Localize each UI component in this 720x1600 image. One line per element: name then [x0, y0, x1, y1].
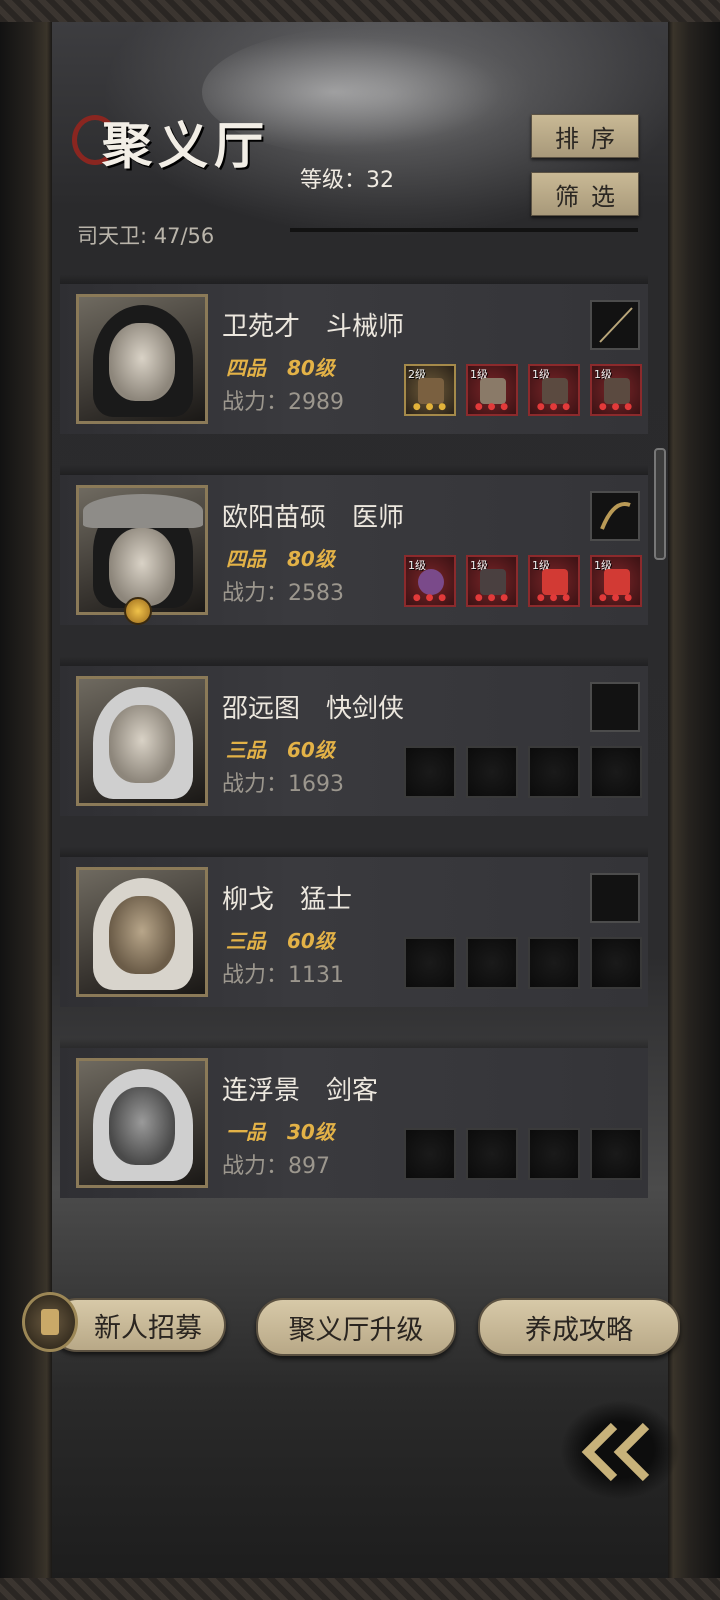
empty-equipment-slot[interactable]: [528, 1128, 580, 1180]
equipment-slot[interactable]: 1级 ● ● ●: [404, 555, 456, 607]
whip-icon: [600, 502, 631, 530]
hero-name-class: 连浮景 剑客: [222, 1076, 379, 1106]
back-button[interactable]: [560, 1400, 680, 1500]
equipment-slot[interactable]: 1级 ● ● ●: [590, 364, 642, 416]
empty-equipment-slot[interactable]: [590, 1128, 642, 1180]
hero-grade: 三品: [226, 929, 266, 953]
bottom-frame: [0, 1578, 720, 1600]
empty-equipment-slot[interactable]: [404, 746, 456, 798]
equipment-slot[interactable]: 2级 ● ● ●: [404, 364, 456, 416]
hero-portrait: [76, 676, 208, 806]
hero-level: 80级: [286, 356, 335, 380]
guide-button[interactable]: 养成攻略: [478, 1298, 680, 1356]
list-scrollbar[interactable]: [654, 448, 666, 560]
equipment-row: 1级 ● ● ● 1级 ● ● ● 1级 ● ● ● 1级 ● ● ●: [404, 555, 644, 609]
hero-level: 80级: [286, 547, 335, 571]
staff-icon: [599, 307, 633, 343]
armor-icon: [480, 569, 506, 595]
double-chevron-left-icon: [581, 1422, 650, 1482]
hero-name-class: 欧阳苗硕 医师: [222, 503, 405, 533]
guard-count: 司天卫: 47/56: [77, 224, 215, 248]
hero-name-class: 柳戈 猛士: [222, 885, 353, 915]
empty-equipment-slot[interactable]: [404, 1128, 456, 1180]
empty-equipment-slot[interactable]: [528, 937, 580, 989]
weapon-slot[interactable]: [590, 491, 640, 541]
hero-grade: 三品: [226, 738, 266, 762]
hero-power: 战力：2989: [222, 390, 344, 415]
equipment-row: 2级 ● ● ● 1级 ● ● ● 1级 ● ● ● 1级 ● ● ●: [404, 364, 644, 418]
boots-icon: [542, 378, 568, 404]
empty-equipment-slot[interactable]: [528, 746, 580, 798]
empty-equipment-slot[interactable]: [466, 746, 518, 798]
hero-power: 战力：897: [222, 1154, 330, 1179]
hero-grade: 四品: [226, 547, 266, 571]
hero-power: 战力：1131: [222, 963, 344, 988]
empty-equipment-slot[interactable]: [466, 1128, 518, 1180]
hero-level: 60级: [286, 929, 335, 953]
fan-icon: [604, 569, 630, 595]
top-frame: [0, 0, 720, 22]
equipment-slot[interactable]: 1级 ● ● ●: [528, 555, 580, 607]
hero-portrait: [76, 867, 208, 997]
equipment-slot[interactable]: 1级 ● ● ●: [466, 555, 518, 607]
empty-equipment-slot[interactable]: [590, 746, 642, 798]
boots-icon: [604, 378, 630, 404]
hero-grade: 四品: [226, 356, 266, 380]
hero-name-class: 卫苑才 斗械师: [222, 312, 405, 342]
hero-card[interactable]: 邵远图 快剑侠 三品 60级 战力：1693: [60, 656, 648, 816]
hero-power: 战力：1693: [222, 772, 344, 797]
fan-icon: [542, 569, 568, 595]
recruit-token-icon[interactable]: [22, 1292, 78, 1352]
header-divider: [290, 228, 638, 232]
hero-level: 30级: [286, 1120, 335, 1144]
armor-icon: [480, 378, 506, 404]
hero-portrait: [76, 1058, 208, 1188]
equipment-slot[interactable]: 1级 ● ● ●: [590, 555, 642, 607]
empty-equipment-slot[interactable]: [404, 937, 456, 989]
hero-portrait: [76, 485, 208, 615]
weapon-slot[interactable]: [590, 300, 640, 350]
weapon-slot[interactable]: [590, 873, 640, 923]
hero-grade: 一品: [226, 1120, 266, 1144]
weapon-slot[interactable]: [590, 682, 640, 732]
hero-card[interactable]: 连浮景 剑客 一品 30级 战力：897: [60, 1038, 648, 1198]
equipment-row: [404, 1128, 644, 1182]
equipment-row: [404, 746, 644, 800]
empty-equipment-slot[interactable]: [590, 937, 642, 989]
hero-name-class: 邵远图 快剑侠: [222, 694, 405, 724]
crossbow-icon: [418, 378, 444, 404]
element-badge-icon: [124, 597, 152, 625]
filter-button[interactable]: 筛选: [531, 172, 639, 216]
equipment-row: [404, 937, 644, 991]
equipment-slot[interactable]: 1级 ● ● ●: [528, 364, 580, 416]
hero-portrait: [76, 294, 208, 424]
hero-power: 战力：2583: [222, 581, 344, 606]
hero-card[interactable]: 卫苑才 斗械师 四品 80级 战力：2989 2级 ● ● ● 1级 ● ● ● 1…: [60, 274, 648, 434]
page-title: 聚义厅: [102, 116, 270, 175]
empty-equipment-slot[interactable]: [466, 937, 518, 989]
hall-level: 等级：32: [300, 168, 394, 193]
hero-level: 60级: [286, 738, 335, 762]
hero-card[interactable]: 欧阳苗硕 医师 四品 80级 战力：2583 1级 ● ● ● 1级 ● ● ● 1…: [60, 465, 648, 625]
gourd-icon: [418, 569, 444, 595]
right-pillar: [668, 22, 720, 1578]
sort-button[interactable]: 排序: [531, 114, 639, 158]
hero-card[interactable]: 柳戈 猛士 三品 60级 战力：1131: [60, 847, 648, 1007]
equipment-slot[interactable]: 1级 ● ● ●: [466, 364, 518, 416]
hall-upgrade-button[interactable]: 聚义厅升级: [256, 1298, 456, 1356]
